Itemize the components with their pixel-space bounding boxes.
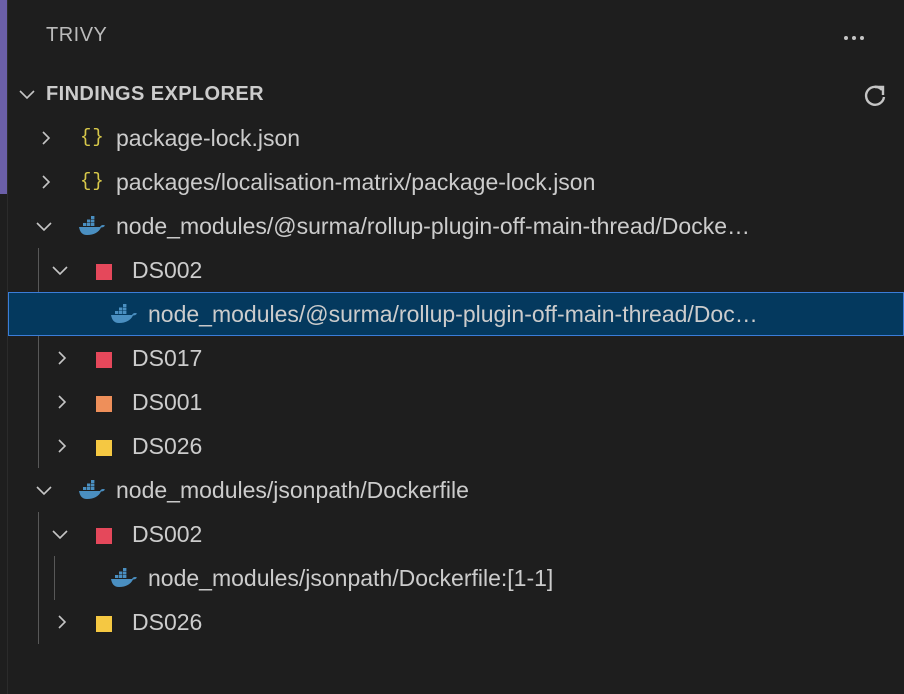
severity-critical-icon <box>96 264 112 280</box>
chevron-right-icon <box>52 614 72 630</box>
tree-item-label: node_modules/@surma/rollup-plugin-off-ma… <box>116 213 751 239</box>
chevron-right-icon <box>52 438 72 454</box>
json-file-icon: {} <box>80 126 105 148</box>
docker-icon <box>78 479 106 501</box>
tree-item-label: DS026 <box>132 609 203 635</box>
tree-item-label: node_modules/jsonpath/Dockerfile <box>116 477 469 503</box>
chevron-right-icon <box>36 130 56 146</box>
tree-item-check-ds026[interactable]: DS026 <box>8 600 904 644</box>
chevron-right-icon <box>52 394 72 410</box>
chevron-right-icon <box>36 174 56 190</box>
tree-item-check-ds002[interactable]: DS002 <box>8 248 904 292</box>
severity-high-icon <box>96 396 112 412</box>
tree-item-finding[interactable]: node_modules/jsonpath/Dockerfile:[1-1] <box>8 556 904 600</box>
severity-critical-icon <box>96 352 112 368</box>
severity-medium-icon <box>96 440 112 456</box>
tree-item-file[interactable]: {} packages/localisation-matrix/package-… <box>8 160 904 204</box>
findings-explorer-header[interactable]: FINDINGS EXPLORER <box>8 72 904 116</box>
tree-item-label: DS026 <box>132 433 203 459</box>
chevron-down-icon <box>50 526 70 542</box>
tree-item-label: node_modules/jsonpath/Dockerfile:[1-1] <box>148 565 554 591</box>
tree-item-label: DS001 <box>132 389 203 415</box>
severity-critical-icon <box>96 528 112 544</box>
ellipsis-icon[interactable] <box>840 20 874 52</box>
tree-item-check-ds026[interactable]: DS026 <box>8 424 904 468</box>
chevron-down-icon <box>50 262 70 278</box>
severity-medium-icon <box>96 616 112 632</box>
tree-item-label: packages/localisation-matrix/package-loc… <box>116 169 596 195</box>
docker-icon <box>110 567 138 589</box>
panel-header: TRIVY <box>8 0 904 72</box>
tree-item-label: DS002 <box>132 521 203 547</box>
tree-item-label: package-lock.json <box>116 125 301 151</box>
section-title: FINDINGS EXPLORER <box>46 83 264 105</box>
tree-item-check-ds001[interactable]: DS001 <box>8 380 904 424</box>
tree-item-check-ds017[interactable]: DS017 <box>8 336 904 380</box>
panel-title: TRIVY <box>46 24 108 46</box>
tree-item-label: DS002 <box>132 257 203 283</box>
docker-icon <box>110 303 138 325</box>
docker-icon <box>78 215 106 237</box>
tree-item-dockerfile[interactable]: node_modules/jsonpath/Dockerfile <box>8 468 904 512</box>
tree-item-check-ds002[interactable]: DS002 <box>8 512 904 556</box>
activity-accent-bar <box>0 0 7 194</box>
chevron-right-icon <box>52 350 72 366</box>
chevron-down-icon <box>34 482 54 498</box>
json-file-icon: {} <box>80 170 105 192</box>
refresh-icon[interactable] <box>860 80 890 110</box>
chevron-down-icon <box>16 86 38 102</box>
tree-item-dockerfile[interactable]: node_modules/@surma/rollup-plugin-off-ma… <box>8 204 904 248</box>
tree-item-finding-selected[interactable]: node_modules/@surma/rollup-plugin-off-ma… <box>8 292 904 336</box>
chevron-down-icon <box>34 218 54 234</box>
tree-item-label: node_modules/@surma/rollup-plugin-off-ma… <box>148 301 758 327</box>
tree-item-label: DS017 <box>132 345 203 371</box>
trivy-panel: TRIVY FINDINGS EXPLORER {} package-lock.… <box>0 0 904 694</box>
tree-item-file[interactable]: {} package-lock.json <box>8 116 904 160</box>
